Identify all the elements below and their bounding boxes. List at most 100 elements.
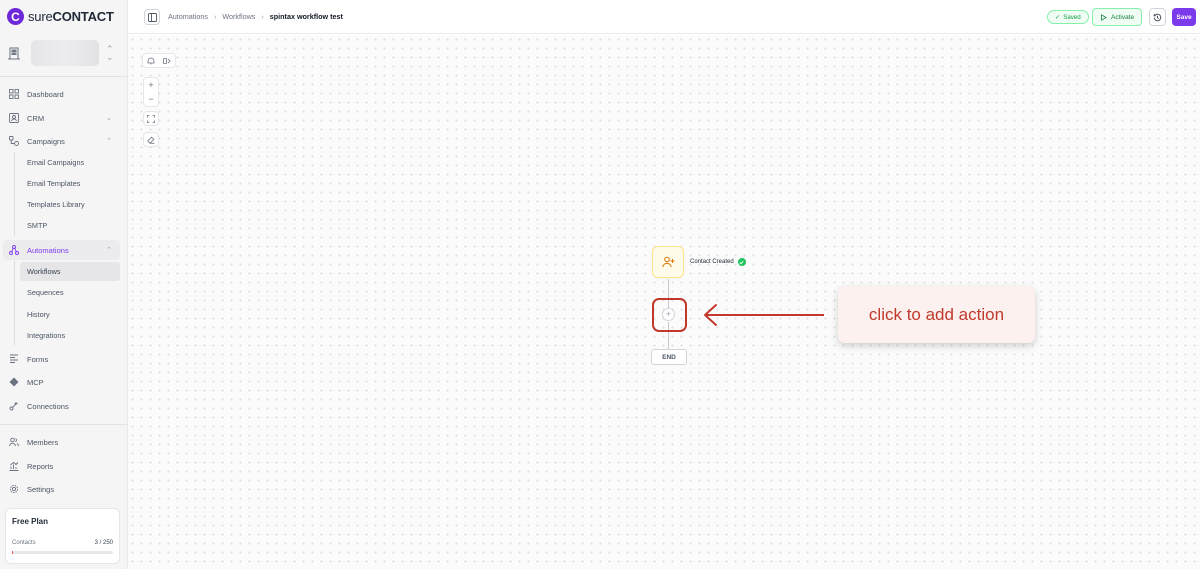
plan-card: Free Plan Contacts 3 / 250: [5, 508, 120, 564]
contacts-usage-bar: [12, 551, 113, 554]
subitem-label: Integrations: [27, 331, 66, 340]
sidebar: C sureCONTACT ⌃ ⌄ Dashboard CRM ⌄ Campaig…: [0, 0, 128, 569]
cleanup-control: [143, 132, 159, 147]
chevron-right-icon: ›: [261, 12, 264, 21]
logo-text: sureCONTACT: [28, 9, 114, 24]
plan-contacts-row: Contacts 3 / 250: [12, 540, 113, 546]
subitem-label: History: [27, 310, 50, 319]
settings-icon: [8, 483, 20, 495]
sidebar-subitem-workflows[interactable]: Workflows: [20, 262, 120, 281]
sidebar-toggle-button[interactable]: [144, 9, 160, 25]
breadcrumb-current-workflow: spintax workflow test: [269, 12, 343, 21]
sidebar-divider: [0, 424, 127, 425]
subitem-label: SMTP: [27, 221, 48, 230]
sidebar-subitem-sequences[interactable]: Sequences: [20, 283, 120, 302]
sidebar-item-label: Campaigns: [27, 136, 65, 146]
trigger-name: Contact Created: [690, 259, 734, 265]
sidebar-panel-icon: [147, 12, 157, 22]
workflow-canvas[interactable]: + − Contact Created + END click to add a…: [128, 35, 1200, 569]
save-button[interactable]: Save: [1172, 8, 1196, 26]
canvas-mode-toolbar: [142, 53, 176, 68]
chevron-up-down-icon: ⌃ ⌄: [106, 44, 114, 62]
submenu-guide-line: [14, 261, 15, 345]
sidebar-item-automations[interactable]: Automations ⌃: [3, 240, 120, 260]
check-icon: ✓: [1055, 13, 1061, 21]
history-icon: [1153, 13, 1162, 21]
saved-label: Saved: [1063, 13, 1081, 21]
check-circle-icon: [737, 258, 746, 266]
play-icon: [1101, 13, 1107, 21]
zoom-out-icon[interactable]: −: [145, 93, 157, 105]
annotation-highlight-box: [652, 298, 687, 332]
submenu-guide-line: [14, 152, 15, 236]
sidebar-subitem-integrations[interactable]: Integrations: [20, 326, 120, 345]
logo-mark-icon: C: [7, 8, 24, 25]
crm-icon: [8, 112, 20, 124]
contacts-label: Contacts: [12, 540, 36, 546]
sidebar-item-label: Connections: [27, 401, 69, 411]
sidebar-item-label: MCP: [27, 377, 44, 387]
sidebar-subitem-smtp[interactable]: SMTP: [20, 216, 120, 235]
workspace-name-redacted: [31, 40, 99, 66]
chevron-up-icon: ⌃: [106, 138, 112, 145]
trigger-label: Contact Created: [690, 258, 746, 266]
subitem-label: Email Templates: [27, 179, 81, 188]
dashboard-icon: [8, 88, 20, 100]
sidebar-item-label: Settings: [27, 484, 55, 494]
annotation-arrow-icon: [704, 304, 824, 326]
activate-button[interactable]: Activate: [1092, 8, 1143, 26]
reports-icon: [8, 460, 20, 472]
sidebar-item-crm[interactable]: CRM ⌄: [3, 108, 120, 128]
zoom-in-icon[interactable]: +: [145, 79, 157, 91]
app-logo[interactable]: C sureCONTACT: [7, 8, 114, 25]
subitem-label: Workflows: [27, 267, 61, 276]
sidebar-item-label: Automations: [27, 245, 69, 255]
activate-label: Activate: [1111, 13, 1135, 21]
breadcrumb: Automations › Workflows › spintax workfl…: [168, 12, 343, 21]
automations-icon: [8, 244, 20, 256]
contacts-usage-fill: [12, 551, 14, 554]
sidebar-item-label: CRM: [27, 113, 45, 123]
sidebar-item-reports[interactable]: Reports: [3, 456, 120, 476]
sidebar-subitem-email-campaigns[interactable]: Email Campaigns: [20, 153, 120, 172]
workspace-switcher[interactable]: ⌃ ⌄: [7, 38, 120, 68]
connections-icon: [8, 400, 20, 412]
subitem-label: Sequences: [27, 288, 64, 297]
sidebar-divider: [0, 76, 127, 77]
subitem-label: Templates Library: [27, 200, 85, 209]
hand-tool-icon[interactable]: [145, 55, 157, 67]
chevron-up-icon: ⌃: [106, 247, 112, 254]
plan-title: Free Plan: [12, 517, 49, 526]
sidebar-item-campaigns[interactable]: Campaigns ⌃: [3, 131, 120, 151]
version-history-button[interactable]: [1149, 8, 1166, 26]
breadcrumb-workflows[interactable]: Workflows: [222, 12, 255, 21]
sidebar-item-label: Forms: [27, 354, 49, 364]
user-plus-icon: [661, 256, 674, 268]
mcp-icon: [8, 376, 20, 388]
fit-view-icon[interactable]: [145, 113, 157, 125]
sidebar-item-forms[interactable]: Forms: [3, 349, 120, 369]
sidebar-subitem-templates-library[interactable]: Templates Library: [20, 195, 120, 214]
sidebar-item-label: Dashboard: [27, 89, 64, 99]
sidebar-item-members[interactable]: Members: [3, 432, 120, 452]
chevron-right-icon: ›: [213, 12, 217, 21]
breadcrumb-automations[interactable]: Automations: [168, 12, 208, 21]
pointer-tool-icon[interactable]: [161, 55, 173, 67]
sidebar-subitem-history[interactable]: History: [20, 305, 120, 324]
sidebar-item-settings[interactable]: Settings: [3, 479, 120, 499]
sidebar-item-label: Reports: [27, 461, 54, 471]
forms-icon: [8, 353, 20, 365]
subitem-label: Email Campaigns: [27, 158, 85, 167]
annotation-callout: click to add action: [838, 286, 1035, 343]
sidebar-subitem-email-templates[interactable]: Email Templates: [20, 174, 120, 193]
sidebar-item-connections[interactable]: Connections: [3, 396, 120, 416]
chevron-down-icon: ⌄: [106, 115, 112, 122]
eraser-icon[interactable]: [145, 134, 157, 146]
zoom-controls: + −: [143, 77, 159, 107]
trigger-node-contact-created[interactable]: [652, 246, 684, 278]
members-icon: [8, 436, 20, 448]
sidebar-item-mcp[interactable]: MCP: [3, 372, 120, 392]
sidebar-item-dashboard[interactable]: Dashboard: [3, 84, 120, 104]
top-header: Automations › Workflows › spintax workfl…: [128, 0, 1200, 34]
sidebar-item-label: Members: [27, 437, 59, 447]
